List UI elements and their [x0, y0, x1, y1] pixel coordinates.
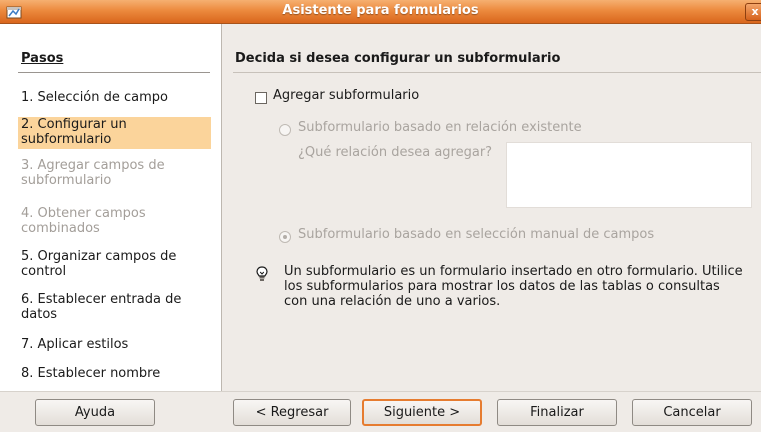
info-text: Un subformulario es un formulario insert… [284, 264, 743, 309]
heading-divider [233, 72, 761, 73]
finish-button[interactable]: Finalizar [497, 399, 617, 426]
relation-listbox [506, 142, 752, 208]
steps-divider [18, 72, 210, 73]
add-subform-checkbox[interactable] [255, 92, 267, 104]
step-7[interactable]: 7. Aplicar estilos [21, 337, 211, 352]
radio-existing-relation [279, 124, 291, 136]
step-8[interactable]: 8. Establecer nombre [21, 366, 211, 381]
radio-manual-selection-label: Subformulario basado en selección manual… [298, 227, 655, 242]
relation-prompt-label: ¿Qué relación desea agregar? [298, 145, 493, 160]
step-4: 4. Obtener campos combinados [21, 206, 146, 236]
radio-manual-selection [279, 231, 291, 243]
step-2[interactable]: 2. Configurar un subformulario [18, 117, 211, 149]
title-bar: Asistente para formularios x [0, 0, 761, 24]
button-bar: Ayuda < Regresar Siguiente > Finalizar C… [0, 391, 761, 432]
page-heading: Decida si desea configurar un subformula… [235, 51, 561, 66]
add-subform-label[interactable]: Agregar subformulario [273, 88, 419, 103]
radio-selected-dot [283, 235, 287, 239]
steps-title: Pasos [21, 51, 64, 66]
step-5[interactable]: 5. Organizar campos de control [21, 249, 211, 279]
cancel-button[interactable]: Cancelar [632, 399, 752, 426]
step-6[interactable]: 6. Establecer entrada de datos [21, 292, 211, 322]
radio-existing-relation-label: Subformulario basado en relación existen… [298, 120, 582, 135]
steps-sidebar: Pasos 1. Selección de campo 2. Configura… [0, 24, 222, 391]
lightbulb-icon [256, 266, 268, 281]
main-panel: Decida si desea configurar un subformula… [223, 24, 761, 391]
step-3: 3. Agregar campos de subformulario [21, 158, 165, 188]
close-button[interactable]: x [745, 3, 761, 21]
next-button[interactable]: Siguiente > [362, 399, 482, 426]
window-title: Asistente para formularios [282, 3, 479, 18]
step-1[interactable]: 1. Selección de campo [21, 90, 211, 105]
back-button[interactable]: < Regresar [233, 399, 351, 426]
help-button[interactable]: Ayuda [35, 399, 155, 426]
